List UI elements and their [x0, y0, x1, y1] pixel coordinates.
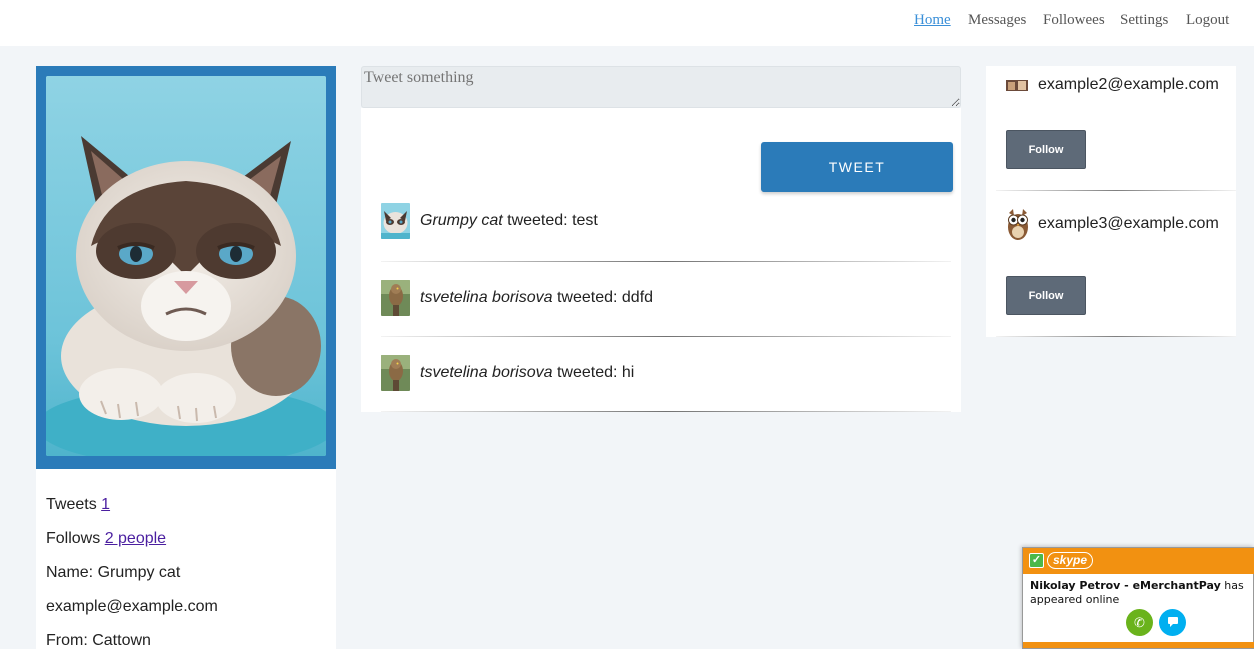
tweets-count-link[interactable]: 1	[101, 496, 110, 513]
profile-name: Name: Grumpy cat	[46, 564, 181, 581]
profile-follows-line: Follows 2 people	[46, 530, 166, 548]
profile-card: Tweets 1 Follows 2 people Name: Grumpy c…	[36, 66, 336, 649]
nav-logout-link[interactable]: Logout	[1186, 12, 1229, 29]
tweet-divider	[381, 411, 951, 412]
follows-label: Follows	[46, 530, 101, 547]
follows-count-link[interactable]: 2 people	[105, 530, 166, 547]
skype-header: ✓ skype	[1023, 548, 1254, 574]
phone-icon[interactable]: ✆	[1126, 609, 1153, 636]
profile-tweets-line: Tweets 1	[46, 496, 110, 514]
tweet-verb: tweeted:	[552, 364, 622, 381]
follow-suggestions-panel: example2@example.com Follow example3@exa…	[986, 66, 1236, 337]
nav-home-link[interactable]: Home	[914, 12, 951, 29]
tweet-button[interactable]: TWEET	[761, 142, 953, 192]
tweet-content: ddfd	[621, 289, 654, 306]
tweet-item: Grumpy cat tweeted: test	[361, 198, 961, 272]
tweet-verb: tweeted:	[502, 212, 573, 229]
skype-footer-bar	[1023, 642, 1254, 648]
tweet-content: test	[572, 212, 598, 229]
owl-bird-avatar	[381, 280, 410, 316]
suggestion-divider	[996, 336, 1236, 337]
tweet-text: tsvetelina borisova tweeted: ddfd	[420, 289, 653, 307]
suggestion-email: example2@example.com	[1038, 76, 1219, 93]
skype-message: Nikolay Petrov - eMerchantPay has appear…	[1030, 579, 1250, 607]
suggestion-divider	[996, 190, 1236, 191]
profile-location: From: Cattown	[46, 632, 151, 649]
owl-avatar	[1006, 207, 1030, 241]
tweet-author: tsvetelina borisova	[420, 289, 553, 306]
tweet-item: tsvetelina borisova tweeted: hi	[361, 348, 961, 422]
chat-icon[interactable]	[1159, 609, 1186, 636]
tweet-item: tsvetelina borisova tweeted: ddfd	[361, 273, 961, 347]
check-icon: ✓	[1029, 553, 1044, 568]
profile-photo-frame	[36, 66, 336, 469]
follow-button[interactable]: Follow	[1006, 276, 1086, 315]
tweet-text: Grumpy cat tweeted: test	[420, 212, 598, 230]
tweets-label: Tweets	[46, 496, 97, 513]
tweet-input[interactable]	[361, 66, 961, 108]
skype-contact-name: Nikolay Petrov - eMerchantPay	[1030, 579, 1221, 592]
tweet-divider	[381, 261, 951, 262]
profile-email: example@example.com	[46, 598, 218, 615]
owl-bird-avatar	[381, 355, 410, 391]
tweet-author: Grumpy cat	[420, 212, 503, 229]
follow-button[interactable]: Follow	[1006, 130, 1086, 169]
skype-notification[interactable]: ✓ skype Nikolay Petrov - eMerchantPay ha…	[1022, 547, 1254, 649]
skype-logo: skype	[1047, 552, 1094, 569]
suggestion-email: example3@example.com	[1038, 215, 1219, 232]
tweet-text: tsvetelina borisova tweeted: hi	[420, 364, 634, 382]
top-navigation: Home Messages Followees Settings Logout	[0, 0, 1254, 46]
tweet-divider	[381, 336, 951, 337]
nav-messages-link[interactable]: Messages	[968, 12, 1026, 29]
tweet-author: tsvetelina borisova	[420, 364, 553, 381]
profile-photo	[46, 76, 326, 456]
nav-settings-link[interactable]: Settings	[1120, 12, 1168, 29]
grumpy-cat-avatar	[381, 203, 410, 239]
tweet-feed-panel: TWEET Grumpy cat tweeted: test tsvetelin…	[361, 108, 961, 412]
nav-followees-link[interactable]: Followees	[1043, 12, 1105, 29]
tweet-content: hi	[621, 364, 635, 381]
user-avatar	[1006, 79, 1028, 91]
tweet-verb: tweeted:	[552, 289, 622, 306]
